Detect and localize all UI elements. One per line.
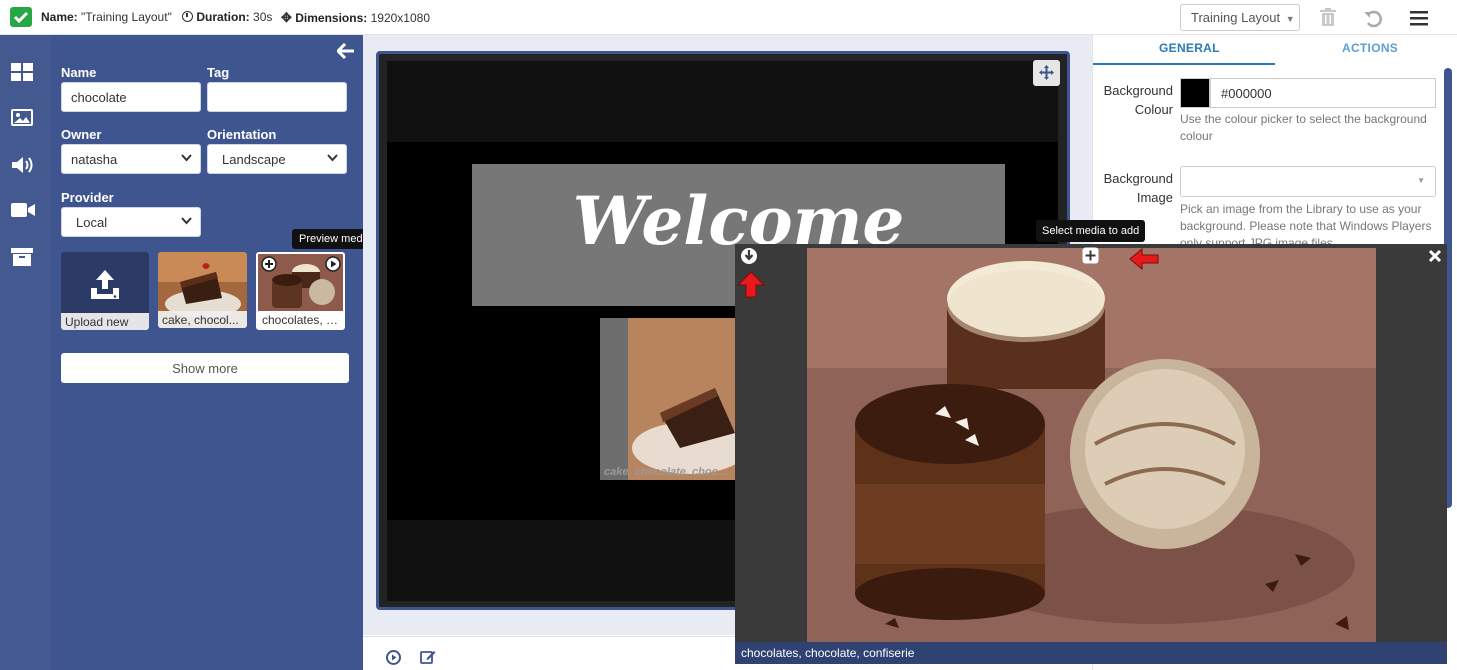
audio-icon[interactable] [11,155,35,177]
active-tab-indicator [1093,63,1275,65]
download-icon[interactable] [740,247,758,265]
tile-caption: cake, chocol... [158,311,247,328]
tile-caption: Upload new [61,313,149,330]
chevron-down-icon [181,154,192,162]
toolbox-rail [0,35,51,670]
check-icon [10,7,32,27]
media-preview-caption: chocolates, chocolate, confiserie [735,642,1447,664]
tab-actions[interactable]: ACTIONS [1342,41,1398,55]
layouts-grid-icon[interactable] [11,63,35,85]
background-image-label: Background Image [1103,171,1173,205]
select-media-tooltip: Select media to add [1036,220,1146,242]
duration-info: Duration: 30s [182,10,272,24]
red-arrow-left-icon [1129,248,1159,270]
top-bar: Name: "Training Layout" Duration: 30s ✥ … [0,0,1457,35]
chevron-down-icon [181,217,192,225]
image-icon[interactable] [11,109,35,131]
media-tile-cake[interactable]: cake, chocol... [158,252,247,328]
upload-icon [91,270,119,299]
owner-select[interactable]: natasha [61,144,201,174]
close-icon[interactable] [1428,249,1442,263]
media-preview-overlay [735,244,1447,664]
owner-label: Owner [61,127,102,142]
orientation-label: Orientation [207,127,277,142]
name-label: Name [61,65,97,80]
move-icon: ✥ [281,10,292,25]
add-media-icon[interactable] [1082,247,1099,264]
video-icon[interactable] [11,201,35,223]
collapse-arrow-icon[interactable] [335,42,355,62]
cake-image [600,318,740,480]
add-icon[interactable] [261,256,277,272]
layout-name-info: Name: "Training Layout" [41,10,172,24]
dimensions-info: ✥ Dimensions: 1920x1080 [281,10,430,25]
provider-select[interactable]: Local [61,207,201,237]
media-panel: Name chocolate Tag Owner natasha Orienta… [51,35,363,670]
cake-image-widget[interactable]: cake, chocolate, choc... [600,318,740,480]
layout-selector[interactable]: Training Layout ▼ [1180,4,1300,31]
tag-label: Tag [207,65,230,80]
chevron-down-icon: ▼ [1417,176,1425,185]
upload-new-tile[interactable]: Upload new [61,252,149,330]
colour-swatch[interactable] [1180,78,1210,108]
move-canvas-button[interactable] [1033,60,1060,86]
clock-icon [182,11,193,22]
tile-caption: chocolates, c... [258,311,343,328]
background-colour-help: Use the colour picker to select the back… [1180,112,1427,143]
tag-input[interactable] [207,82,347,112]
show-more-button[interactable]: Show more [61,353,349,383]
chevron-down-icon [327,154,338,162]
media-tile-chocolates[interactable]: chocolates, c... [256,252,345,330]
trash-icon[interactable] [1320,8,1336,30]
background-image-select[interactable]: ▼ [1180,166,1436,197]
orientation-select[interactable]: Landscape [207,144,347,174]
provider-label: Provider [61,190,114,205]
red-arrow-up-icon [737,271,765,298]
background-colour-label: Background Colour [1103,83,1173,117]
move-icon [1039,65,1054,80]
tab-general[interactable]: GENERAL [1159,41,1220,55]
play-preview-icon[interactable] [386,650,401,665]
menu-icon[interactable] [1410,10,1428,29]
undo-icon[interactable] [1363,8,1383,31]
archive-icon[interactable] [11,247,35,269]
chocolates-preview-image [735,244,1447,664]
name-input[interactable]: chocolate [61,82,201,112]
edit-icon[interactable] [420,649,436,665]
preview-play-icon[interactable] [325,256,341,272]
background-colour-input[interactable]: #000000 [1210,78,1436,108]
cake-caption: cake, chocolate, choc... [604,466,727,478]
